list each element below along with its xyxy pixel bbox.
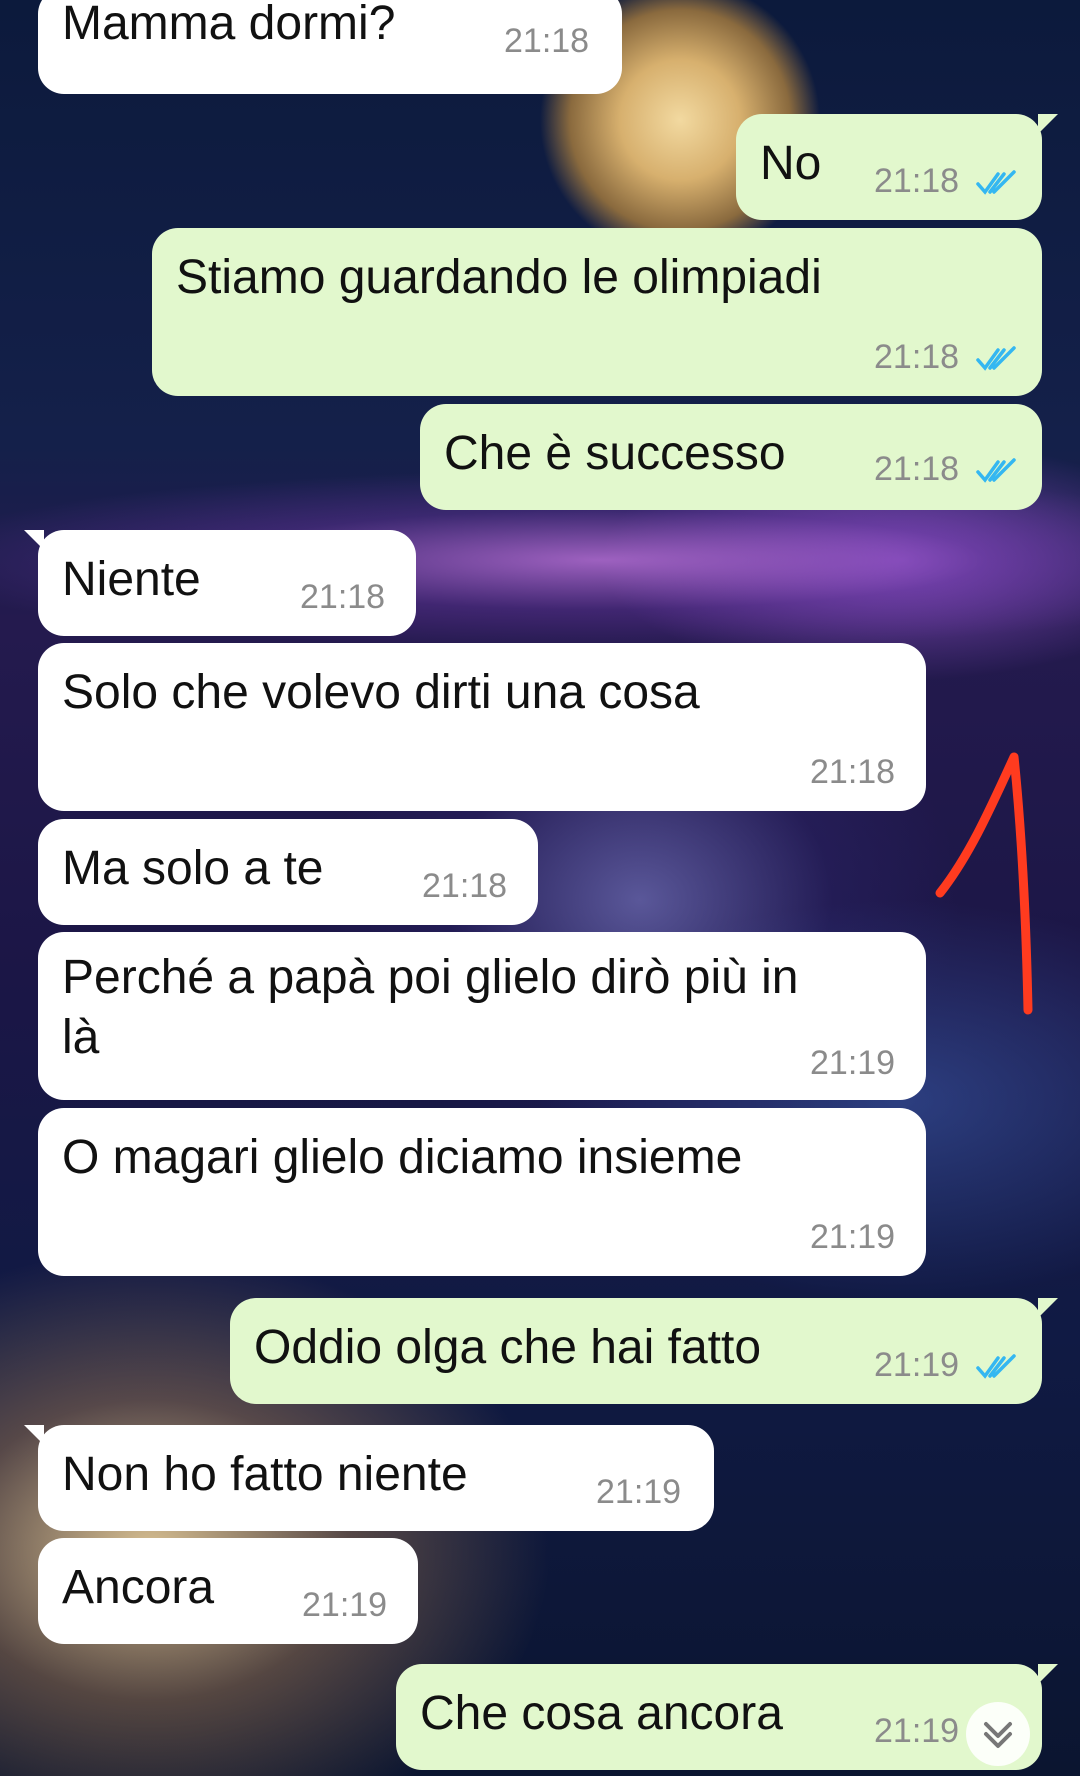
message-bubble-incoming[interactable]: Niente 21:18 bbox=[24, 530, 416, 636]
message-bubble-outgoing[interactable]: Che cosa ancora 21:19 bbox=[396, 1664, 1058, 1770]
double-check-read-icon bbox=[976, 1354, 1016, 1379]
message-text: Non ho fatto niente bbox=[62, 1448, 468, 1501]
message-time: 21:18 bbox=[810, 753, 896, 791]
bubble-tail bbox=[1038, 114, 1058, 134]
message-bubble-outgoing[interactable]: Che è successo 21:18 bbox=[420, 404, 1042, 510]
message-text: Oddio olga che hai fatto bbox=[254, 1321, 762, 1374]
bubble-tail bbox=[1038, 1664, 1058, 1684]
message-time: 21:18 bbox=[874, 450, 960, 488]
message-bubble-incoming[interactable]: Ancora 21:19 bbox=[38, 1538, 418, 1644]
message-time: 21:19 bbox=[596, 1473, 682, 1511]
message-bubble-incoming[interactable]: O magari glielo diciamo insieme 21:19 bbox=[38, 1108, 926, 1276]
message-text: Mamma dormi? bbox=[62, 0, 396, 50]
message-bubble-incoming[interactable]: Mamma dormi? 21:18 bbox=[38, 0, 622, 94]
message-text: Che è successo bbox=[444, 427, 786, 480]
message-bubble-outgoing[interactable]: Stiamo guardando le olimpiadi 21:18 bbox=[152, 228, 1042, 396]
message-text: Ma solo a te bbox=[62, 842, 324, 895]
message-text: Perché a papà poi glielo dirò più in là bbox=[62, 951, 799, 1064]
message-bubble-incoming[interactable]: Solo che volevo dirti una cosa 21:18 bbox=[38, 643, 926, 811]
message-bubble-incoming[interactable]: Ma solo a te 21:18 bbox=[38, 819, 538, 925]
message-time: 21:18 bbox=[874, 162, 960, 200]
double-check-read-icon bbox=[976, 458, 1016, 483]
double-chevron-down-icon bbox=[984, 1722, 1012, 1748]
message-text: Solo che volevo dirti una cosa bbox=[62, 666, 700, 719]
scroll-to-bottom-button[interactable] bbox=[966, 1702, 1030, 1766]
double-check-read-icon bbox=[976, 346, 1016, 371]
message-time: 21:19 bbox=[874, 1346, 960, 1384]
message-time: 21:18 bbox=[874, 338, 960, 376]
message-time: 21:18 bbox=[504, 22, 590, 60]
red-hand-drawn-number-one bbox=[935, 752, 1033, 1015]
message-text: No bbox=[760, 137, 822, 190]
message-text: Che cosa ancora bbox=[420, 1687, 783, 1740]
message-bubble-outgoing[interactable]: No 21:18 bbox=[736, 114, 1058, 220]
message-time: 21:18 bbox=[422, 867, 508, 905]
bubble-tail bbox=[24, 530, 44, 550]
bubble-tail bbox=[1038, 1298, 1058, 1318]
bubble-tail bbox=[24, 1425, 44, 1445]
message-time: 21:19 bbox=[810, 1218, 896, 1256]
message-bubble-outgoing[interactable]: Oddio olga che hai fatto 21:19 bbox=[230, 1298, 1058, 1404]
chat-screen: Mamma dormi? 21:18 No 21:18 Stiamo guard… bbox=[0, 0, 1080, 1776]
message-text: Stiamo guardando le olimpiadi bbox=[176, 251, 822, 304]
message-text: O magari glielo diciamo insieme bbox=[62, 1131, 743, 1184]
message-bubble-incoming[interactable]: Non ho fatto niente 21:19 bbox=[24, 1425, 714, 1531]
double-check-read-icon bbox=[976, 170, 1016, 195]
message-time: 21:18 bbox=[300, 578, 386, 616]
message-time: 21:19 bbox=[874, 1712, 960, 1750]
message-text: Niente bbox=[62, 553, 201, 606]
message-text: Ancora bbox=[62, 1561, 215, 1614]
message-time: 21:19 bbox=[302, 1586, 388, 1624]
message-time: 21:19 bbox=[810, 1044, 896, 1082]
message-bubble-incoming[interactable]: Perché a papà poi glielo dirò più in là … bbox=[38, 932, 926, 1100]
